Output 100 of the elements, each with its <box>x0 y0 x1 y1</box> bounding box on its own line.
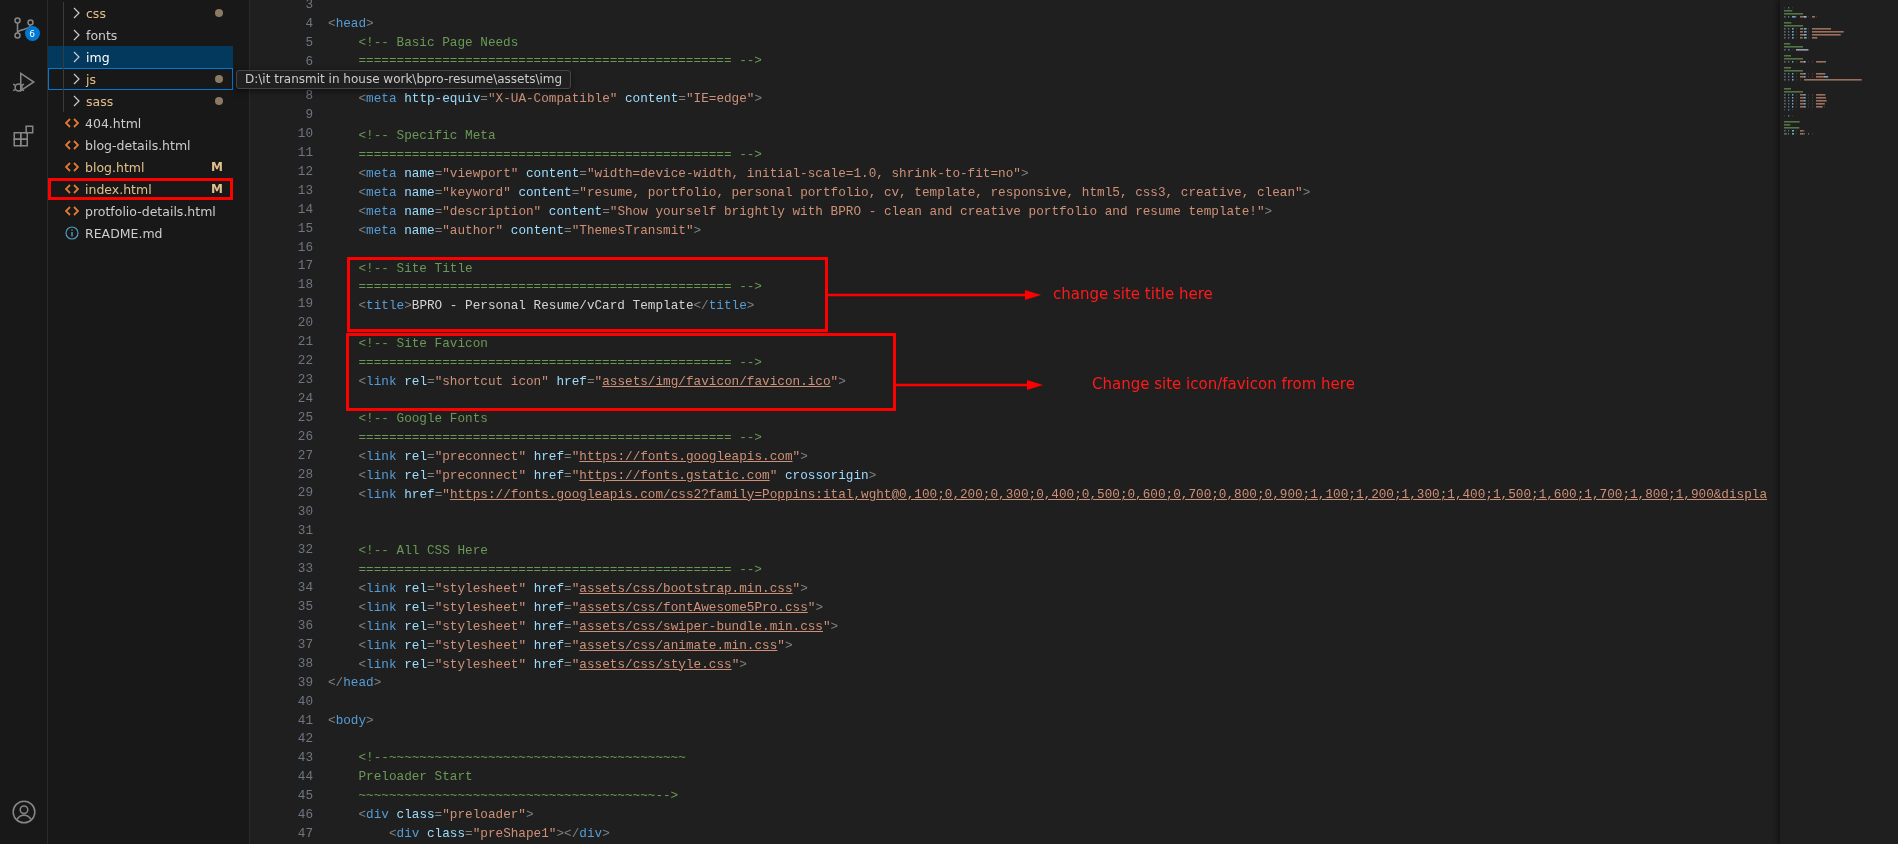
code-line: <!-- Specific Meta <box>357 127 496 146</box>
line-number: 21 <box>297 333 313 352</box>
code-line: <head> <box>328 14 374 33</box>
line-number: 28 <box>297 465 313 484</box>
line-number: 36 <box>297 616 313 635</box>
code-line: <link rel="shortcut icon" href="assets/img/favicon/favicon.ico"> <box>357 372 846 391</box>
code-line: <!-- Site Favicon <box>357 334 488 353</box>
line-number: 30 <box>297 503 313 522</box>
code-brackets-icon <box>65 140 79 150</box>
line-number: 40 <box>297 692 313 711</box>
code-line: ================================================= --> <box>357 278 762 297</box>
line-number: 38 <box>297 654 313 673</box>
annotation-text: change site title here <box>1053 285 1213 303</box>
code-line: <!-- All CSS Here <box>357 542 488 560</box>
explorer-item[interactable]: blog.html M <box>48 156 233 178</box>
code-line: <!-- Basic Page Needs <box>357 33 519 52</box>
explorer-item[interactable]: protfolio-details.html <box>48 200 233 222</box>
explorer-item[interactable]: 404.html <box>48 112 233 134</box>
line-number: 23 <box>297 370 313 389</box>
line-number: 9 <box>305 106 313 125</box>
info-icon <box>65 226 79 240</box>
file-link[interactable]: assets/css/swiper-bundle.min.css <box>579 618 823 634</box>
code-line: <link rel="preconnect" href="https://fonts.googleapis.com"> <box>357 448 808 467</box>
file-link[interactable]: assets/css/bootstrap.min.css <box>579 580 793 596</box>
line-number: 5 <box>305 33 313 52</box>
explorer-item[interactable]: index.html M <box>48 178 233 200</box>
line-number: 31 <box>297 522 313 541</box>
line-number: 3 <box>305 0 313 14</box>
code-line: <div class="preloader"> <box>357 806 534 825</box>
line-number: 10 <box>297 124 313 143</box>
code-line: <meta name="author" content="ThemesTransmit"> <box>357 222 702 241</box>
explorer-item[interactable]: js <box>48 68 233 90</box>
code-line: <meta http-equiv="X-UA-Compatible" content="IE=edge"> <box>357 89 763 108</box>
explorer-item[interactable]: sass <box>48 90 233 112</box>
arrow-icon <box>896 379 1043 391</box>
code-line: <link rel="stylesheet" href="assets/css/bootstrap.min.css"> <box>357 579 808 598</box>
explorer-item[interactable]: blog-details.html <box>48 134 233 156</box>
code-line: Preloader Start <box>357 768 473 787</box>
modified-dot <box>215 97 223 105</box>
line-number: 45 <box>297 787 313 806</box>
activity-bar-button[interactable]: 6 <box>0 8 48 48</box>
explorer-item[interactable]: css <box>48 2 233 24</box>
code-line: <link rel="stylesheet" href="assets/css/style.css"> <box>357 655 747 674</box>
file-link[interactable]: assets/css/animate.min.css <box>579 637 778 653</box>
chevron-right-icon <box>72 73 80 85</box>
line-number: 13 <box>297 181 313 200</box>
code-line: <div class="preShape1"></div> <box>387 825 610 844</box>
line-number: 19 <box>297 295 313 314</box>
line-number: 11 <box>297 143 313 162</box>
explorer-item[interactable]: fonts <box>48 24 233 46</box>
code-line: </head> <box>328 674 382 693</box>
line-number: 17 <box>297 257 313 276</box>
file-link[interactable]: assets/css/fontAwesome5Pro.css <box>579 599 808 615</box>
line-number: 41 <box>297 711 313 730</box>
line-number: 16 <box>297 238 313 257</box>
modified-dot <box>215 75 223 83</box>
code-brackets-icon <box>65 206 79 216</box>
line-number: 35 <box>297 598 313 616</box>
line-number: 6 <box>305 52 313 71</box>
code-line: <!-- Site Title <box>357 259 473 278</box>
line-number: 27 <box>297 446 313 465</box>
file-link[interactable]: assets/img/favicon/favicon.ico <box>602 373 831 389</box>
line-number: 8 <box>305 87 313 106</box>
line-number: 4 <box>305 14 313 33</box>
code-brackets-icon <box>65 184 79 194</box>
code-line: <link rel="stylesheet" href="assets/css/animate.min.css"> <box>357 636 793 655</box>
code-line: ================================================= --> <box>357 429 762 448</box>
line-number: 12 <box>297 162 313 181</box>
code-line: <body> <box>328 711 374 730</box>
file-link[interactable]: assets/css/style.css <box>579 656 732 672</box>
code-line: ================================================= --> <box>357 52 762 71</box>
code-line: <meta name="viewport" content="width=device-width, initial-scale=1.0, shrink-to-fit=no"> <box>357 165 1029 184</box>
file-link[interactable]: https://fonts.googleapis.com/css2?family=Poppins:ital,wght@0,100;0,200;0,300;0,400;0,500;0,600;0,700;0,800;0,900;1,100;1,200;1,300;1,400;1,500;1,600;1,700;1,800;1,900&displa <box>449 486 1768 502</box>
modified-dot <box>215 9 223 17</box>
line-number: 34 <box>297 579 313 598</box>
annotation-text: Change site icon/favicon from here <box>1092 375 1355 393</box>
code-line: <meta name="description" content="Show yourself brightly with BPRO - clean and creative portfolio and resume template!"> <box>357 203 1273 222</box>
code-brackets-icon <box>65 162 79 172</box>
explorer-item[interactable]: img <box>48 46 233 68</box>
line-number: 14 <box>297 200 313 219</box>
line-number: 42 <box>297 730 313 749</box>
account-icon <box>10 799 37 825</box>
code-line: ================================================= --> <box>357 560 762 579</box>
file-link[interactable]: https://fonts.gstatic.com <box>579 468 770 483</box>
run-debug-icon <box>10 69 37 95</box>
line-number: 29 <box>297 484 313 503</box>
line-number: 25 <box>297 408 313 427</box>
code-line: <link rel="preconnect" href="https://fonts.gstatic.com" crossorigin> <box>357 467 877 485</box>
chevron-right-icon <box>72 29 80 41</box>
explorer-item[interactable]: README.md <box>48 222 233 244</box>
line-number: 43 <box>297 749 313 768</box>
code-line: ~~~~~~~~~~~~~~~~~~~~~~~~~~~~~~~~~~~~~~~--> <box>357 787 679 806</box>
chevron-right-icon <box>72 51 80 63</box>
file-link[interactable]: https://fonts.googleapis.com <box>579 449 793 465</box>
code-line: <link href="https://fonts.googleapis.com/css2?family=Poppins:ital,wght@0,100;0,200;0,300;0,400;0,500;0,600;0,700;0,800;0,900;1,100;1,200;1,300;1,400;1,500;1,600;1,700;1,800;1,900&displa <box>357 485 1768 504</box>
line-number: 15 <box>297 219 313 238</box>
line-number: 33 <box>297 560 313 579</box>
code-line: <meta name="keyword" content="resume, portfolio, personal portfolio, cv, template, responsive, html5, css3, creative, clean"> <box>357 184 1311 203</box>
line-number: 32 <box>297 541 313 560</box>
code-line: ================================================= --> <box>357 146 762 165</box>
